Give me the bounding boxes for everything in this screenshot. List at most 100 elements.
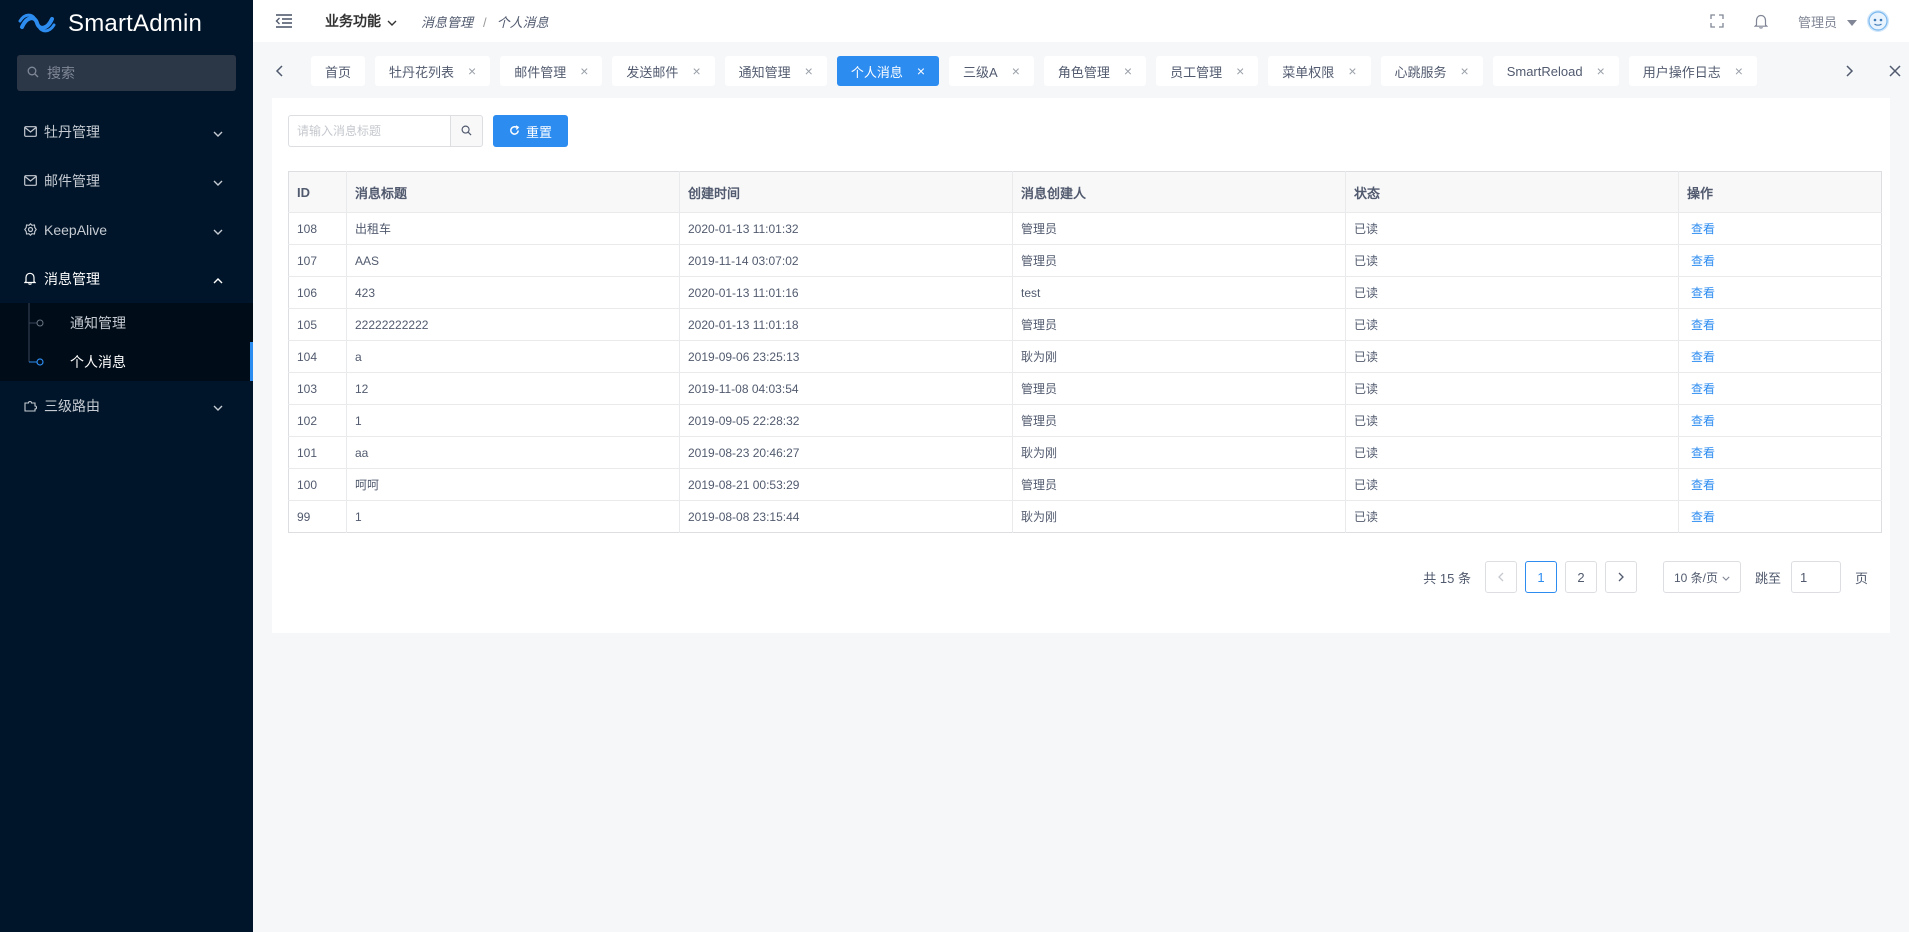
logo[interactable]: SmartAdmin [0,0,253,48]
cell-title: 1 [346,500,680,533]
close-icon[interactable]: × [1735,64,1743,78]
tab-label: 通知管理 [738,64,791,80]
reset-button[interactable]: 重置 [493,115,568,147]
sidebar-item-messages[interactable]: 消息管理 [0,254,253,303]
tab-peony-list[interactable]: 牡丹花列表 × [375,56,491,86]
close-icon[interactable]: × [1348,64,1356,78]
table-row: 105 22222222222 2020-01-13 11:01:18 管理员 已读 查看 [288,308,1882,341]
cell-title: 呵呵 [346,468,680,501]
cell-creator: 耿为刚 [1012,500,1346,533]
sidebar-item-three-level-route[interactable]: 三级路由 [0,381,253,430]
view-link[interactable]: 查看 [1678,468,1882,501]
tab-label: 菜单权限 [1282,64,1335,80]
sidebar-item-notice[interactable]: 通知管理 [0,303,253,342]
prev-page-button[interactable] [1484,561,1517,593]
tabs-scroll-left-icon[interactable] [267,56,291,86]
cell-created-time: 2020-01-13 11:01:32 [679,212,1013,245]
close-icon[interactable]: × [805,64,813,78]
breadcrumb-item[interactable]: 消息管理 [421,15,473,30]
view-link[interactable]: 查看 [1678,276,1882,309]
view-link[interactable]: 查看 [1679,501,1882,533]
tab-heartbeat-service[interactable]: 心跳服务 × [1380,56,1483,86]
avatar[interactable] [1867,10,1889,32]
cell-creator: 管理员 [1012,308,1346,341]
tab-role-management[interactable]: 角色管理 × [1043,56,1147,86]
tab-send-mail[interactable]: 发送邮件 × [612,56,715,86]
close-icon[interactable]: × [1012,64,1020,78]
tab-label: 员工管理 [1170,64,1223,80]
cell-created-time: 2019-11-14 03:07:02 [679,244,1013,277]
page-button-1[interactable]: 1 [1524,561,1557,593]
tab-home[interactable]: 首页 [311,56,366,86]
cell-status: 已读 [1345,372,1679,405]
close-icon[interactable]: × [1236,64,1244,78]
close-icon[interactable]: × [468,64,476,78]
tab-user-operation-log[interactable]: 用户操作日志 × [1628,56,1757,86]
cell-creator: 管理员 [1012,244,1346,277]
fullscreen-icon[interactable] [1710,14,1724,28]
cell-title: aa [346,436,680,469]
tab-label: 用户操作日志 [1642,64,1721,80]
sidebar-search-placeholder: 搜索 [47,65,75,81]
breadcrumb: 消息管理 / 个人消息 [421,12,549,31]
content-panel: 重置 ID 消息标题 创建时间 消息创建人 状态 操作 108出租车2020-0… [272,98,1890,633]
close-icon[interactable]: × [917,64,925,78]
chevron-right-icon [1618,570,1624,585]
mail-icon [22,126,38,137]
search-button[interactable] [450,115,483,147]
sidebar-search[interactable]: 搜索 [17,55,236,91]
sidebar-item-mail[interactable]: 邮件管理 [0,156,253,205]
cell-id: 99 [288,500,347,533]
view-link[interactable]: 查看 [1678,372,1882,405]
menu-fold-icon[interactable] [275,13,295,29]
business-function-dropdown[interactable]: 业务功能 [325,11,397,31]
user-menu[interactable]: 管理员 [1798,12,1857,31]
view-link[interactable]: 查看 [1678,404,1882,437]
close-icon[interactable]: × [580,64,588,78]
sidebar-item-personal-message[interactable]: 个人消息 [0,342,253,381]
tab-employee-management[interactable]: 员工管理 × [1156,56,1259,86]
pagination-total: 共 15 条 [1423,570,1471,586]
cell-creator: 管理员 [1012,404,1346,437]
sidebar-item-label: 牡丹管理 [44,123,100,140]
close-all-tabs-icon[interactable] [1883,56,1907,86]
search-toolbar: 重置 [288,115,568,147]
sidebar-item-peony[interactable]: 牡丹管理 [0,107,253,156]
close-icon[interactable]: × [1461,64,1469,78]
cell-title: AAS [346,244,680,277]
close-icon[interactable]: × [1124,64,1132,78]
cell-created-time: 2020-01-13 11:01:18 [679,308,1013,341]
message-title-search-input[interactable] [288,115,450,147]
tab-menu-permission[interactable]: 菜单权限 × [1268,56,1371,86]
cell-created-time: 2019-09-05 22:28:32 [679,404,1013,437]
next-page-button[interactable] [1604,561,1637,593]
user-name: 管理员 [1797,14,1837,30]
tab-notice-management[interactable]: 通知管理 × [724,56,827,86]
jump-page-input[interactable] [1790,561,1841,593]
close-icon[interactable]: × [692,64,700,78]
view-link[interactable]: 查看 [1678,340,1882,373]
table-row: 103 12 2019-11-08 04:03:54 管理员 已读 查看 [288,372,1882,405]
tab-level3-a[interactable]: 三级A × [949,56,1034,86]
sidebar-item-keepalive[interactable]: KeepAlive [0,205,253,254]
column-header-status: 状态 [1345,171,1679,213]
view-link[interactable]: 查看 [1678,308,1882,341]
chevron-down-icon [213,173,223,189]
cell-title: 22222222222 [346,308,680,341]
cell-title: 12 [346,372,680,405]
page-size-select[interactable]: 10 条/页 [1662,561,1741,593]
close-icon[interactable]: × [1597,64,1605,78]
cell-id: 104 [288,340,347,373]
view-link[interactable]: 查看 [1678,244,1882,277]
column-header-id: ID [288,171,347,213]
tabs-scroll-right-icon[interactable] [1838,56,1862,86]
view-link[interactable]: 查看 [1678,436,1882,469]
cell-creator: 管理员 [1012,468,1346,501]
bell-icon[interactable] [1753,14,1768,29]
tab-mail-management[interactable]: 邮件管理 × [500,56,603,86]
view-link[interactable]: 查看 [1678,212,1882,245]
submenu-messages: 通知管理 个人消息 [0,303,253,381]
tab-personal-message[interactable]: 个人消息 × [836,56,940,86]
tab-smartreload[interactable]: SmartReload × [1492,56,1619,86]
page-button-2[interactable]: 2 [1564,561,1597,593]
